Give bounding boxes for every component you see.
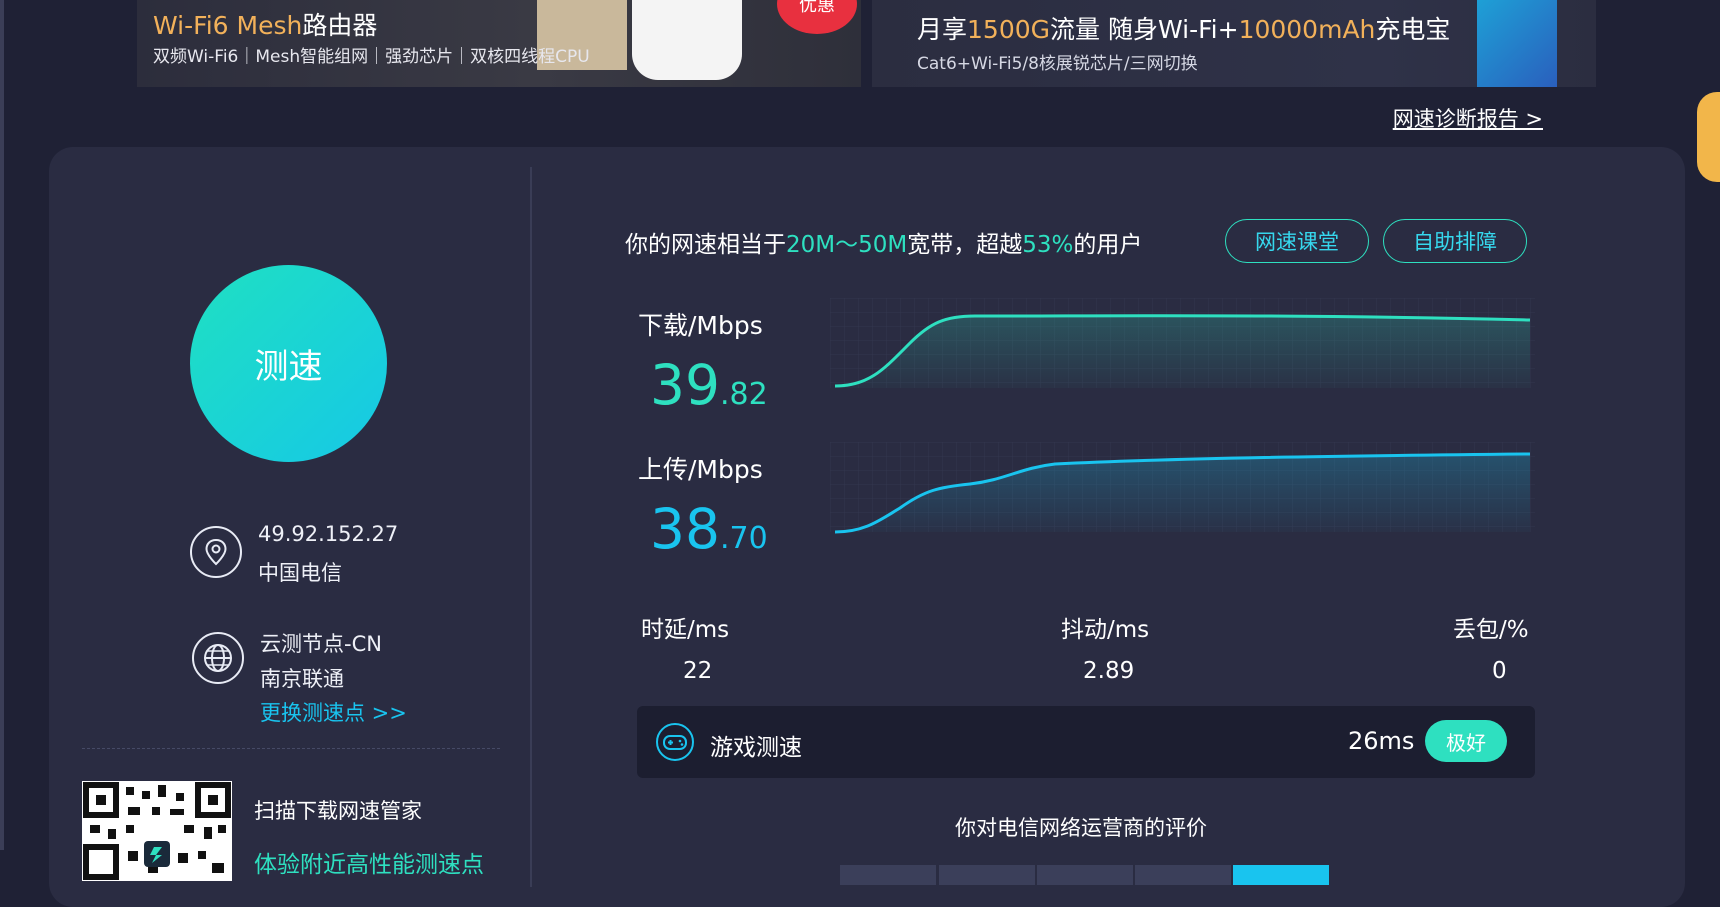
banner-title: 月享1500G流量 随身Wi-Fi+10000mAh充电宝	[917, 15, 1451, 44]
banner-subtitle: Cat6+Wi-Fi5/8核展锐芯片/三网切换	[917, 54, 1198, 74]
upload-value: 38.70	[650, 497, 768, 561]
globe-icon	[192, 632, 244, 684]
rating-option-4[interactable]	[1135, 865, 1231, 885]
qr-download-label: 扫描下载网速管家	[254, 799, 422, 823]
start-test-button[interactable]: 测速	[190, 265, 387, 462]
mifi-product-image	[1477, 0, 1557, 87]
upload-speed-graph	[830, 442, 1535, 534]
game-speed-label: 游戏测速	[710, 735, 802, 761]
download-label: 下载/Mbps	[638, 311, 763, 340]
side-promo-chip[interactable]	[1697, 92, 1720, 182]
location-pin-icon	[190, 526, 242, 578]
mifi-ad-banner[interactable]: 月享1500G流量 随身Wi-Fi+10000mAh充电宝 Cat6+Wi-Fi…	[872, 0, 1596, 87]
window-left-edge	[0, 0, 4, 850]
game-rating-badge: 极好	[1425, 720, 1507, 762]
rating-option-5[interactable]	[1233, 865, 1329, 885]
latency-value: 22	[683, 658, 713, 684]
client-isp: 中国电信	[258, 561, 342, 585]
gamepad-icon	[656, 723, 694, 761]
speed-classroom-button[interactable]: 网速课堂	[1225, 219, 1369, 263]
operator-rating-title: 你对电信网络运营商的评价	[955, 816, 1207, 840]
rating-option-2[interactable]	[939, 865, 1035, 885]
sale-badge: 优惠	[777, 0, 857, 34]
upload-label: 上传/Mbps	[638, 455, 763, 484]
speed-report-link[interactable]: 网速诊断报告 >	[1393, 103, 1543, 133]
self-troubleshoot-button[interactable]: 自助排障	[1383, 219, 1527, 263]
speed-summary: 你的网速相当于20M～50M宽带，超越53%的用户	[625, 232, 1143, 258]
switch-node-link[interactable]: 更换测速点 >>	[260, 697, 407, 727]
download-speed-graph	[830, 298, 1535, 388]
game-latency-value: 26ms	[1348, 727, 1415, 755]
jitter-value: 2.89	[1083, 658, 1135, 684]
qr-code-icon	[82, 781, 232, 881]
banner-subtitle: 双频Wi-Fi6｜Mesh智能组网｜强劲芯片｜双核四线程CPU	[153, 47, 590, 67]
dashed-separator	[82, 748, 500, 749]
node-name: 云测节点-CN	[260, 632, 382, 656]
latency-label: 时延/ms	[641, 617, 730, 643]
jitter-label: 抖动/ms	[1061, 617, 1150, 643]
node-isp: 南京联通	[260, 667, 344, 691]
packet-loss-label: 丢包/%	[1453, 617, 1529, 643]
banner-title: Wi-Fi6 Mesh路由器	[153, 11, 378, 40]
router-ad-banner[interactable]: 优惠 Wi-Fi6 Mesh路由器 双频Wi-Fi6｜Mesh智能组网｜强劲芯片…	[137, 0, 861, 87]
packet-loss-value: 0	[1492, 658, 1507, 684]
panel-divider	[530, 167, 532, 887]
router-device-image	[632, 0, 742, 80]
client-ip: 49.92.152.27	[258, 522, 399, 546]
rating-option-1[interactable]	[840, 865, 936, 885]
rating-option-3[interactable]	[1037, 865, 1133, 885]
download-value: 39.82	[650, 353, 768, 417]
